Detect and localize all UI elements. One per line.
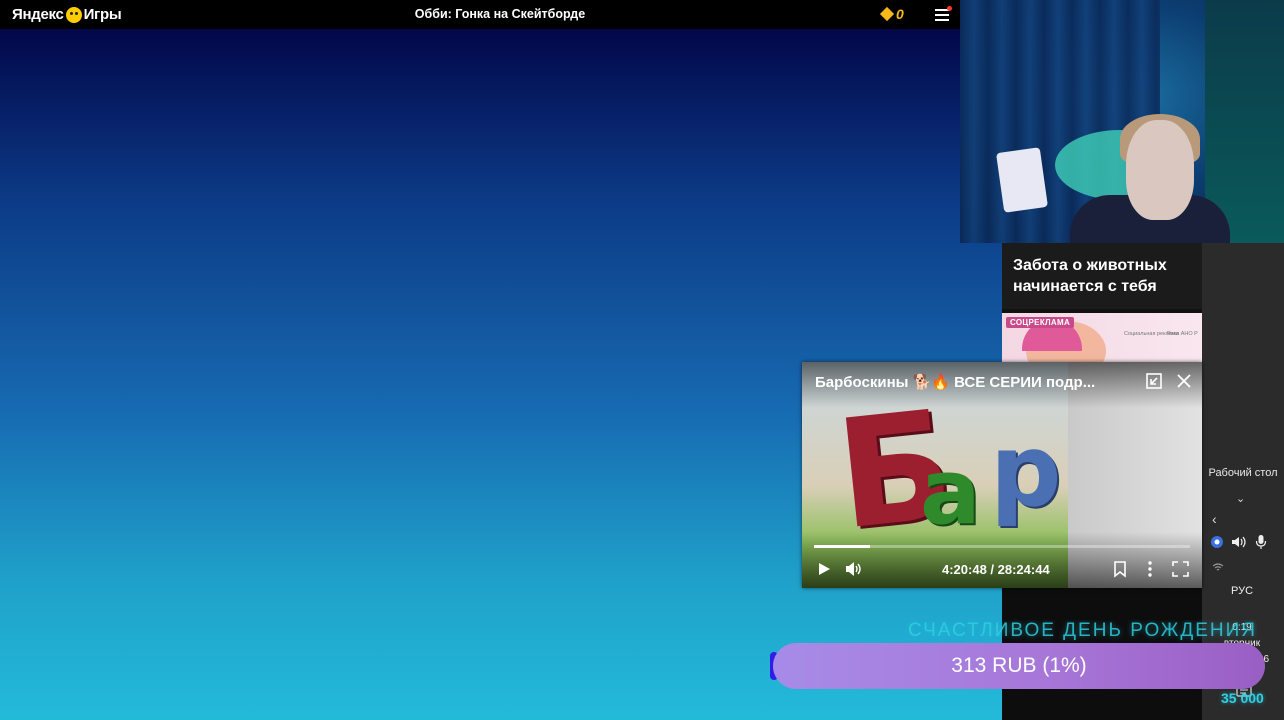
wifi-icon[interactable]	[1212, 562, 1224, 575]
notification-dot	[947, 6, 952, 11]
video-time: 4:20:48 / 28:24:44	[942, 562, 1050, 577]
menu-button[interactable]	[935, 6, 952, 21]
donation-amount: 313 RUB (1%)	[951, 654, 1087, 677]
video-letter-r: р	[990, 412, 1062, 529]
pip-bottom-gradient	[802, 532, 1202, 588]
game-title: Обби: Гонка на Скейтборде	[414, 7, 586, 21]
ad-title[interactable]: Забота о животных начинается с тебя	[1002, 243, 1202, 309]
more-options-icon[interactable]	[1145, 560, 1155, 578]
coin-icon	[879, 6, 895, 22]
cam-bottle	[996, 147, 1048, 213]
video-letter-a: а	[920, 440, 981, 545]
video-title: Барбоскины 🐕🔥 ВСЕ СЕРИИ подр...	[815, 374, 1096, 391]
ad-badge: СОЦРЕКЛАМА	[1006, 317, 1075, 328]
language-indicator[interactable]: РУС	[1202, 585, 1282, 597]
pip-video-player[interactable]: Б а р Барбоскины 🐕🔥 ВСЕ СЕРИИ подр... 4:…	[802, 362, 1202, 588]
speaker-icon[interactable]	[1231, 534, 1247, 550]
microphone-icon[interactable]	[1253, 534, 1269, 550]
network-app-icon[interactable]	[1209, 534, 1225, 550]
volume-icon[interactable]	[845, 561, 863, 577]
chevron-down-icon[interactable]: ⌄	[1236, 492, 1245, 505]
coins-balance[interactable]: 0	[879, 6, 904, 22]
chevron-left-icon[interactable]: ‹	[1212, 511, 1217, 527]
game-top-bar: Яндекс Игры Обби: Гонка на Скейтборде 0	[0, 0, 960, 29]
ad-banner[interactable]: СОЦРЕКЛАМА Социальная реклама Рекл АНО Р	[1002, 313, 1202, 363]
ad-small-text-2: Рекл АНО Р	[1167, 331, 1198, 337]
tray-icons	[1209, 534, 1269, 550]
coins-value: 0	[896, 6, 904, 22]
close-icon[interactable]	[1175, 372, 1193, 390]
fullscreen-icon[interactable]	[1172, 561, 1189, 577]
play-icon[interactable]	[816, 561, 832, 577]
donation-goal-total: 35 000	[1221, 690, 1264, 706]
cam-person-face	[1126, 120, 1194, 220]
video-progress-fill	[814, 545, 871, 548]
bookmark-icon[interactable]	[1112, 560, 1128, 578]
video-progress-bar[interactable]	[814, 545, 1190, 548]
back-to-tab-icon[interactable]	[1145, 372, 1163, 390]
webcam-feed	[960, 0, 1284, 243]
donation-marquee-text: СЧАСТЛИВОЕ ДЕНЬ РОЖДЕНИЯ	[908, 620, 1257, 641]
donation-goal-bar: 313 RUB (1%)	[773, 643, 1265, 689]
desktop-label[interactable]: Рабочий стол	[1202, 467, 1284, 479]
